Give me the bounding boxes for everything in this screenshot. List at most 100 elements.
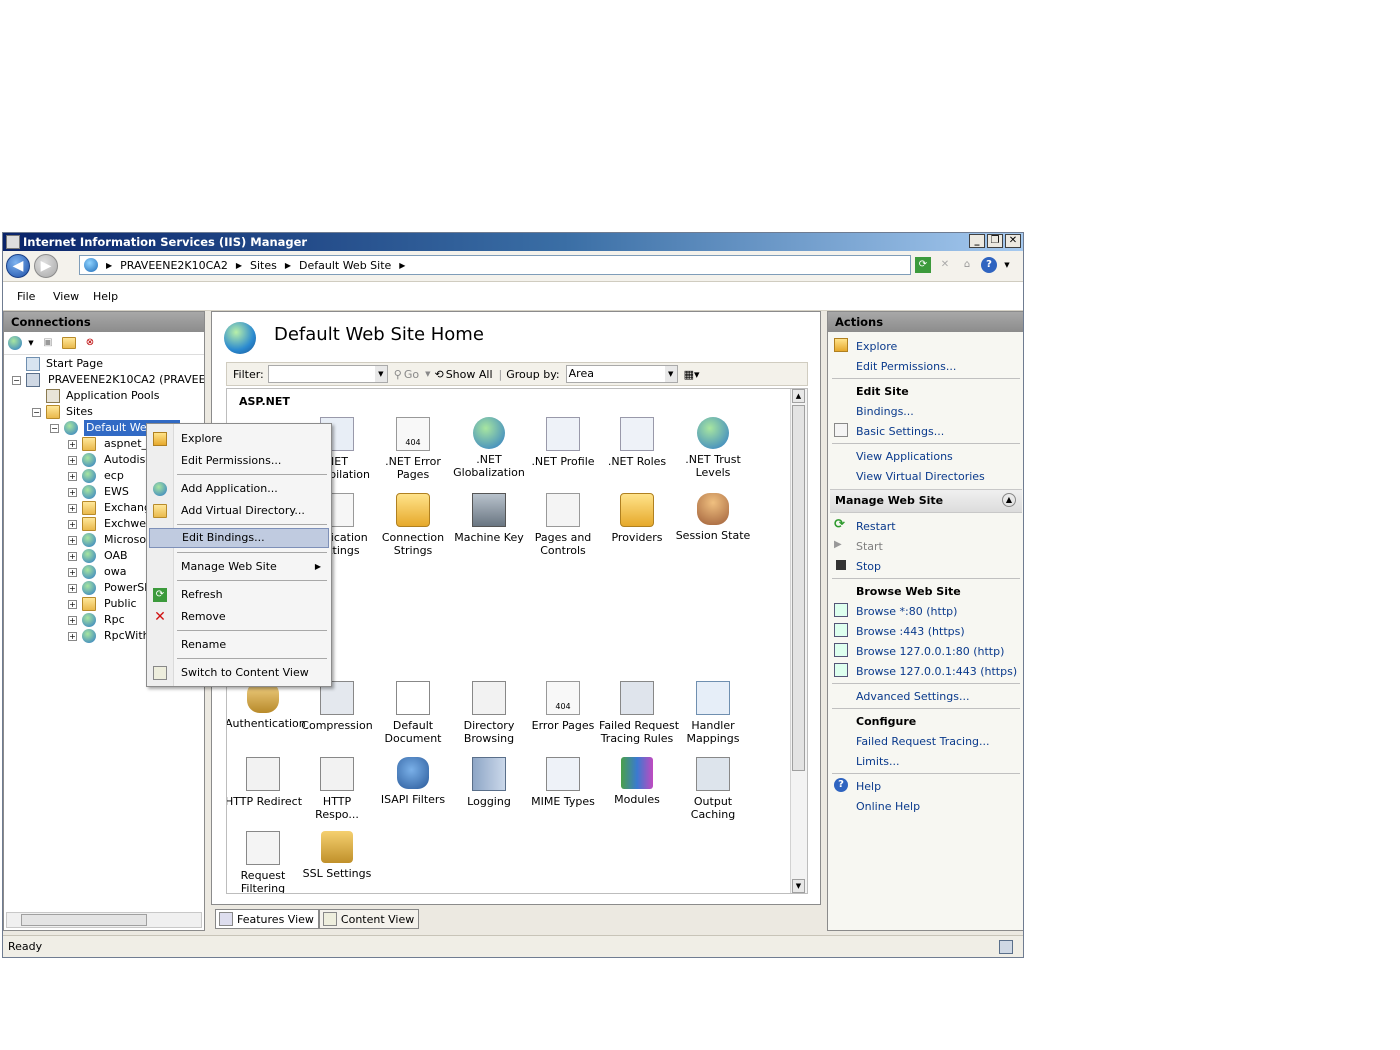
save-icon[interactable]: ▣ — [40, 335, 56, 351]
action-start[interactable]: Start — [856, 540, 883, 553]
action-failed-request-tracing[interactable]: Failed Request Tracing... — [856, 735, 990, 748]
expand-icon[interactable]: + — [68, 520, 77, 529]
group-by-select[interactable]: Area ▼ — [565, 365, 678, 383]
expand-icon[interactable]: + — [68, 536, 77, 545]
close-button[interactable]: ✕ — [1005, 234, 1021, 248]
collapse-icon[interactable]: − — [12, 376, 21, 385]
action-edit-permissions[interactable]: Edit Permissions... — [856, 360, 956, 373]
feature-logging[interactable]: Logging — [451, 757, 527, 808]
menu-item-edit-permissions[interactable]: Edit Permissions... — [149, 451, 329, 471]
menu-item-remove[interactable]: ✕ Remove — [149, 607, 329, 627]
help-icon[interactable]: ? — [981, 257, 997, 273]
collapse-icon[interactable]: − — [32, 408, 41, 417]
menu-item-switch-content-view[interactable]: Switch to Content View — [149, 663, 329, 683]
feature-error-pages[interactable]: 404 Error Pages — [525, 681, 601, 732]
expand-icon[interactable]: + — [68, 552, 77, 561]
menu-item-manage-web-site[interactable]: Manage Web Site ▶ — [149, 557, 329, 577]
expand-icon[interactable]: + — [68, 616, 77, 625]
action-limits[interactable]: Limits... — [856, 755, 900, 768]
scroll-up-arrow[interactable]: ▲ — [792, 389, 805, 403]
menu-item-edit-bindings[interactable]: Edit Bindings... — [149, 528, 329, 548]
breadcrumb-sites[interactable]: Sites — [250, 259, 277, 272]
action-browse-80[interactable]: Browse *:80 (http) — [856, 605, 957, 618]
menu-item-explore[interactable]: Explore — [149, 429, 329, 449]
feature-connection-strings[interactable]: Connection Strings — [375, 493, 451, 557]
restore-button[interactable]: ❐ — [987, 234, 1003, 248]
tab-features-view[interactable]: Features View — [215, 909, 319, 929]
feature-pages-and-controls[interactable]: Pages and Controls — [525, 493, 601, 557]
feature-net-profile[interactable]: .NET Profile — [525, 417, 601, 468]
feature-authentication[interactable]: Authentication — [227, 681, 306, 730]
action-view-virtual-directories[interactable]: View Virtual Directories — [856, 470, 985, 483]
feature-handler-mappings[interactable]: Handler Mappings — [675, 681, 751, 745]
home-icon[interactable]: ⌂ — [959, 257, 975, 273]
menu-item-rename[interactable]: Rename — [149, 635, 329, 655]
connections-hscrollbar[interactable] — [6, 912, 202, 928]
expand-icon[interactable]: + — [68, 632, 77, 641]
menu-item-refresh[interactable]: ⟳ Refresh — [149, 585, 329, 605]
action-restart[interactable]: Restart — [856, 520, 896, 533]
feature-output-caching[interactable]: Output Caching — [675, 757, 751, 821]
collapse-icon[interactable]: − — [50, 424, 59, 433]
connect-icon[interactable] — [8, 336, 22, 350]
feature-providers[interactable]: Providers — [599, 493, 675, 544]
filter-input[interactable]: ▼ — [267, 365, 388, 383]
feature-net-error-pages[interactable]: 404 .NET Error Pages — [375, 417, 451, 481]
feature-http-redirect[interactable]: HTTP Redirect — [227, 757, 302, 808]
back-button[interactable]: ◀ — [6, 254, 30, 278]
stop-icon[interactable]: ✕ — [937, 257, 953, 273]
action-browse-443[interactable]: Browse :443 (https) — [856, 625, 965, 638]
expand-icon[interactable]: + — [68, 584, 77, 593]
feature-modules[interactable]: Modules — [599, 757, 675, 806]
feature-mime-types[interactable]: MIME Types — [525, 757, 601, 808]
action-help[interactable]: Help — [856, 780, 881, 793]
scroll-thumb[interactable] — [21, 914, 147, 926]
menu-item-add-virtual-directory[interactable]: Add Virtual Directory... — [149, 501, 329, 521]
feature-http-response-headers[interactable]: HTTP Respo... — [299, 757, 375, 821]
menu-help[interactable]: Help — [93, 290, 118, 303]
address-bar[interactable]: ▶ PRAVEENE2K10CA2 ▶ Sites ▶ Default Web … — [79, 255, 911, 275]
expand-icon[interactable]: + — [68, 504, 77, 513]
action-advanced-settings[interactable]: Advanced Settings... — [856, 690, 969, 703]
action-stop[interactable]: Stop — [856, 560, 881, 573]
feature-failed-request-tracing[interactable]: Failed Request Tracing Rules — [599, 681, 679, 745]
feature-session-state[interactable]: Session State — [675, 493, 751, 542]
expand-icon[interactable]: + — [68, 600, 77, 609]
action-bindings[interactable]: Bindings... — [856, 405, 914, 418]
expand-icon[interactable]: + — [68, 568, 77, 577]
up-folder-icon[interactable] — [62, 337, 76, 349]
go-button[interactable]: Go — [404, 368, 419, 381]
menu-item-add-application[interactable]: Add Application... — [149, 479, 329, 499]
show-all-button[interactable]: Show All — [446, 368, 493, 381]
expand-icon[interactable]: + — [68, 472, 77, 481]
chevron-down-icon[interactable]: ▼ — [1003, 257, 1011, 273]
feature-net-trust-levels[interactable]: .NET Trust Levels — [675, 417, 751, 479]
action-browse-local-80[interactable]: Browse 127.0.0.1:80 (http) — [856, 645, 1004, 658]
forward-button[interactable]: ▶ — [34, 254, 58, 278]
feature-request-filtering[interactable]: Request Filtering — [227, 831, 301, 893]
collapse-section-icon[interactable]: ▲ — [1002, 493, 1016, 507]
expand-icon[interactable]: + — [68, 488, 77, 497]
feature-directory-browsing[interactable]: Directory Browsing — [451, 681, 527, 745]
feature-net-roles[interactable]: .NET Roles — [599, 417, 675, 468]
view-mode-icon[interactable]: ▦▾ — [684, 368, 700, 381]
action-online-help[interactable]: Online Help — [856, 800, 920, 813]
action-browse-local-443[interactable]: Browse 127.0.0.1:443 (https) — [856, 665, 1017, 678]
refresh-icon[interactable]: ⟳ — [915, 257, 931, 273]
minimize-button[interactable]: _ — [969, 234, 985, 248]
disconnect-icon[interactable]: ⊗ — [82, 335, 98, 351]
manage-web-site-header[interactable]: Manage Web Site ▲ — [830, 489, 1022, 513]
scroll-down-arrow[interactable]: ▼ — [792, 879, 805, 893]
scroll-thumb[interactable] — [792, 405, 805, 771]
features-vscrollbar[interactable]: ▲ ▼ — [790, 389, 807, 893]
tab-content-view[interactable]: Content View — [318, 909, 420, 929]
action-explore[interactable]: Explore — [856, 340, 897, 353]
menu-view[interactable]: View — [53, 290, 79, 303]
breadcrumb-site[interactable]: Default Web Site — [299, 259, 391, 272]
feature-isapi-filters[interactable]: ISAPI Filters — [375, 757, 451, 806]
chevron-down-icon[interactable]: ▼ — [28, 335, 34, 351]
feature-ssl-settings[interactable]: SSL Settings — [299, 831, 375, 880]
menu-file[interactable]: File — [17, 290, 35, 303]
expand-icon[interactable]: + — [68, 440, 77, 449]
action-view-applications[interactable]: View Applications — [856, 450, 953, 463]
